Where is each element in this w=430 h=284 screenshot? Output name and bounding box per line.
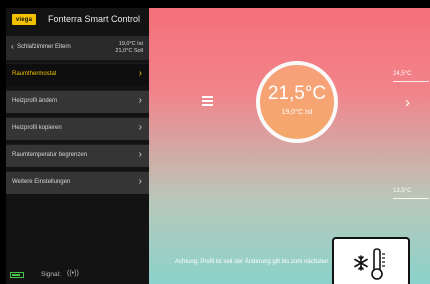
menu-item-label: Weitere Einstellungen — [12, 179, 71, 185]
room-target-temp: 21,0°C Soll — [115, 48, 143, 54]
set-temperature: 21,5°C — [267, 83, 327, 104]
menu-item-label: Raumthermostat — [12, 71, 57, 77]
room-actual-temp: 19,0°C Ist — [118, 41, 143, 47]
menu-item-raumtemperatur-begrenzen[interactable]: Raumtemperatur begrenzen › — [6, 144, 149, 167]
sidebar: viega Fonterra Smart Control ‹ Schlafzim… — [6, 8, 149, 284]
menu-item-label: Heizprofil ändern — [12, 98, 58, 104]
app-title: Fonterra Smart Control — [48, 14, 141, 24]
room-temperatures: 19,0°C Ist 21,0°C Soll — [115, 41, 143, 55]
cooling-mode-badge — [332, 237, 410, 284]
scale-min-line — [393, 198, 429, 199]
menu-item-weitere-einstellungen[interactable]: Weitere Einstellungen › — [6, 171, 149, 194]
scale-max-label: 24,5°C — [393, 71, 412, 77]
chevron-right-icon: › — [138, 176, 142, 187]
room-name: Schlafzimmer Eltern — [17, 44, 71, 50]
chevron-right-icon: › — [138, 149, 142, 160]
signal-label: Signal: — [41, 271, 61, 278]
battery-level — [12, 274, 20, 276]
chevron-right-icon: › — [138, 68, 142, 79]
room-selector[interactable]: ‹ Schlafzimmer Eltern 19,0°C Ist 21,0°C … — [6, 36, 149, 60]
logo-text: viega — [15, 16, 33, 23]
menu-item-label: Raumtemperatur begrenzen — [12, 152, 88, 158]
warning-text: Achtung: Profil ist seit der Änderung gi… — [175, 259, 329, 265]
chevron-right-icon[interactable]: › — [405, 94, 410, 111]
scale-max-line — [393, 81, 429, 82]
actual-temperature: 19,0°C Ist — [281, 109, 313, 116]
menu-item-raumthermostat[interactable]: Raumthermostat › — [6, 63, 149, 86]
scale-min-label: 13,5°C — [393, 188, 412, 194]
wifi-signal-icon: ((•)) — [67, 270, 79, 277]
temperature-dial[interactable]: 21,5°C 19,0°C Ist — [256, 61, 338, 143]
chevron-left-icon[interactable]: ‹ — [11, 42, 14, 51]
menu-item-heizprofil-kopieren[interactable]: Heizprofil kopieren › — [6, 117, 149, 140]
brand-logo: viega — [12, 14, 36, 25]
chevron-right-icon: › — [138, 122, 142, 133]
thermostat-panel: 21,5°C 19,0°C Ist › 24,5°C 13,5°C Achtun… — [149, 8, 430, 284]
menu-item-heizprofil-aendern[interactable]: Heizprofil ändern › — [6, 90, 149, 113]
chevron-right-icon: › — [138, 95, 142, 106]
app-window: viega Fonterra Smart Control ‹ Schlafzim… — [0, 0, 430, 284]
battery-icon — [10, 272, 24, 278]
snowflake-thermometer-icon — [354, 248, 385, 280]
hamburger-icon[interactable] — [202, 96, 213, 107]
menu-item-label: Heizprofil kopieren — [12, 125, 62, 131]
